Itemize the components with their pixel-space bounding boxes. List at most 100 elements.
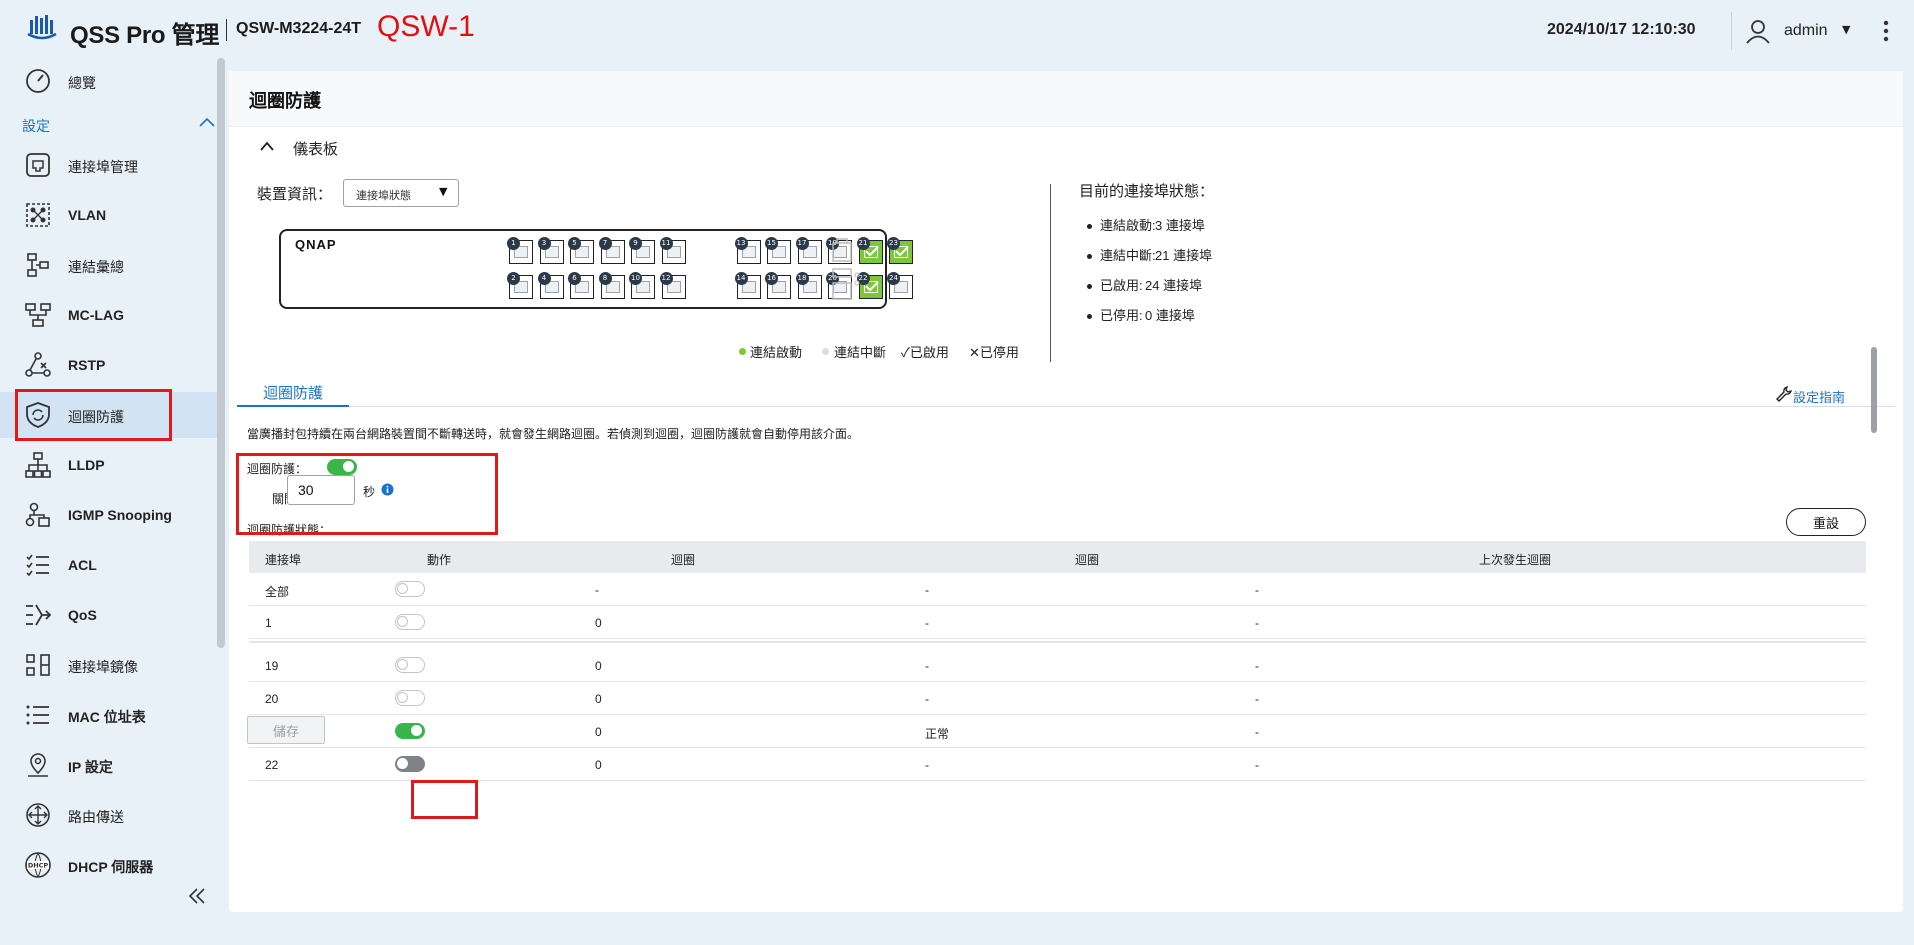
collapse-sidebar-icon[interactable]	[187, 886, 207, 906]
loop-state-cell: -	[925, 659, 929, 673]
console-port-icon	[832, 238, 860, 300]
switch-port-12[interactable]: 12	[659, 272, 686, 299]
wrench-icon[interactable]	[1775, 385, 1793, 403]
sidebar-item-vlan[interactable]: VLAN	[0, 192, 218, 238]
sidebar-item-mac-table[interactable]: MAC 位址表	[0, 692, 218, 738]
sidebar-item-label: IGMP Snooping	[68, 507, 172, 523]
row-gap-divider	[249, 641, 1866, 643]
sidebar-item-dhcp-server[interactable]: DHCP DHCP 伺服器	[0, 842, 218, 888]
switch-port-24[interactable]: 24	[887, 272, 913, 299]
switch-port-8[interactable]: 8	[598, 272, 625, 299]
shutdown-time-input[interactable]	[287, 475, 355, 505]
switch-port-2[interactable]: 2	[507, 272, 533, 299]
rstp-icon	[25, 352, 51, 377]
switch-port-11[interactable]: 11	[659, 237, 686, 264]
user-icon[interactable]	[1745, 18, 1771, 44]
reset-button[interactable]: 重設	[1786, 508, 1866, 536]
sidebar-item-qos[interactable]: QoS	[0, 592, 218, 638]
dhcp-icon: DHCP	[25, 852, 51, 878]
switch-port-22[interactable]: 22	[856, 272, 883, 299]
action-toggle[interactable]	[395, 690, 425, 706]
sidebar-item-label: VLAN	[68, 207, 107, 223]
sidebar-item-label: LLDP	[68, 457, 105, 473]
link-aggregation-icon	[27, 253, 49, 277]
loop-state-cell: 正常	[925, 727, 950, 741]
tab-loop-protection[interactable]: 迴圈防護	[237, 375, 349, 407]
switch-port-21[interactable]: 21	[856, 237, 883, 264]
chevron-down-icon[interactable]: ▼	[1842, 23, 1850, 36]
routing-icon	[26, 803, 50, 827]
acl-icon	[26, 554, 49, 577]
sidebar-item-loop-protection[interactable]: 迴圈防護	[0, 392, 218, 438]
port-number: 6	[568, 272, 581, 285]
switch-port-10[interactable]: 10	[629, 272, 655, 299]
chevron-up-icon[interactable]	[198, 116, 216, 128]
switch-port-1[interactable]: 1	[507, 237, 533, 264]
device-info-select[interactable]: 連接埠狀態 ▼	[343, 179, 459, 207]
switch-port-15[interactable]: 15	[765, 237, 791, 264]
port-number: 17	[795, 237, 809, 250]
loop-count-cell: 0	[595, 758, 602, 772]
loop-count-cell: 0	[595, 692, 602, 706]
last-loop-cell: -	[1255, 616, 1259, 630]
sidebar-item-routing[interactable]: 路由傳送	[0, 792, 218, 838]
port-status-row: 已啟用: 24 連接埠	[1087, 275, 1202, 294]
list-icon	[26, 705, 49, 725]
setup-guide-link[interactable]: 設定指南	[1793, 387, 1845, 406]
switch-port-3[interactable]: 3	[537, 237, 564, 264]
save-button[interactable]: 儲存	[247, 716, 325, 744]
legend-disabled: ✕已停用	[969, 345, 1019, 360]
port-number: 9	[629, 237, 642, 250]
action-toggle[interactable]	[395, 723, 425, 739]
column-header: 迴圈	[671, 553, 696, 567]
switch-port-17[interactable]: 17	[795, 237, 822, 264]
column-header: 動作	[427, 553, 452, 567]
sidebar-item-rstp[interactable]: RSTP	[0, 342, 218, 388]
switch-port-16[interactable]: 16	[765, 272, 791, 299]
action-toggle[interactable]	[395, 756, 425, 772]
sidebar-item-overview[interactable]: 總覽	[0, 58, 218, 104]
switch-port-5[interactable]: 5	[568, 237, 594, 264]
switch-port-18[interactable]: 18	[795, 272, 822, 299]
dashboard-toggle[interactable]: 儀表板	[293, 138, 338, 159]
sidebar-item-label: 迴圈防護	[68, 409, 124, 425]
sidebar-item-acl[interactable]: ACL	[0, 542, 218, 588]
user-menu[interactable]: admin	[1784, 22, 1828, 40]
sidebar-item-port-mirroring[interactable]: 連接埠鏡像	[0, 642, 218, 688]
switch-port-13[interactable]: 13	[734, 237, 761, 264]
sidebar-item-igmp-snooping[interactable]: IGMP Snooping	[0, 492, 218, 538]
port-number: 11	[659, 237, 673, 250]
port-cell: 1	[265, 616, 272, 630]
device-info-label: 裝置資訊：	[257, 186, 333, 203]
sidebar-item-port-management[interactable]: 連接埠管理	[0, 142, 218, 188]
switch-port-23[interactable]: 23	[887, 237, 913, 264]
port-cell: 全部	[265, 585, 290, 599]
sidebar-item-mc-lag[interactable]: MC-LAG	[0, 292, 218, 338]
content-scrollbar[interactable]	[1871, 347, 1877, 433]
switch-port-9[interactable]: 9	[629, 237, 655, 264]
switch-port-6[interactable]: 6	[568, 272, 594, 299]
header-divider	[1731, 12, 1732, 50]
action-toggle[interactable]	[395, 657, 425, 673]
info-icon[interactable]	[381, 483, 394, 496]
sidebar-item-lldp[interactable]: LLDP	[0, 442, 218, 488]
more-vertical-icon[interactable]	[1882, 18, 1890, 44]
sidebar-scrollbar[interactable]	[217, 58, 225, 648]
loop-state-cell: -	[925, 758, 929, 772]
switch-port-14[interactable]: 14	[734, 272, 761, 299]
port-number: 24	[887, 272, 900, 285]
port-cell: 20	[265, 692, 279, 706]
chevron-up-icon[interactable]	[259, 140, 275, 152]
switch-port-7[interactable]: 7	[598, 237, 625, 264]
shutdown-time-unit: 秒	[363, 485, 376, 499]
table-row: 全部 - - -	[249, 573, 1866, 606]
action-toggle[interactable]	[395, 614, 425, 630]
sidebar-item-ip-settings[interactable]: IP 設定	[0, 742, 218, 788]
sidebar-group-settings[interactable]: 設定	[22, 116, 50, 136]
main-panel: 迴圈防護 儀表板 裝置資訊： 連接埠狀態 ▼ QNAP 1 2 3 4 5 6 7 8 9 10 1…	[229, 71, 1903, 912]
sidebar-item-link-aggregation[interactable]: 連結彙總	[0, 242, 218, 288]
loop-protection-toggle[interactable]	[327, 459, 357, 475]
switch-port-4[interactable]: 4	[537, 272, 564, 299]
action-toggle[interactable]	[395, 581, 425, 597]
port-number: 18	[795, 272, 809, 285]
